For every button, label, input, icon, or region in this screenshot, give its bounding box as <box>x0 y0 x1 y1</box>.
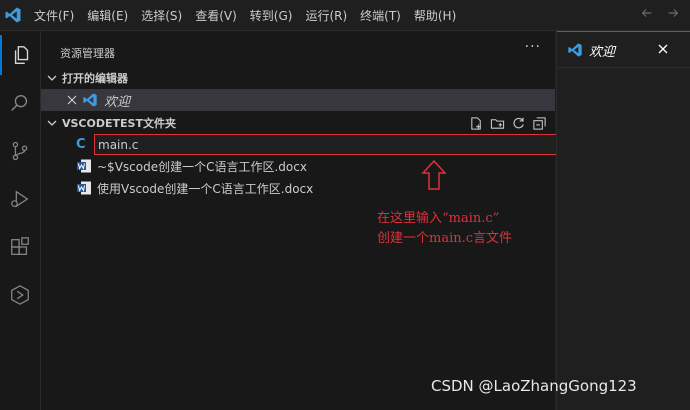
menu-edit[interactable]: 编辑(E) <box>87 7 128 24</box>
chevron-down-icon <box>47 75 57 81</box>
more-actions-icon[interactable]: ··· <box>525 39 541 55</box>
folder-actions <box>469 112 547 134</box>
file-item[interactable]: ~$Vscode创建一个C语言工作区.docx <box>41 155 555 177</box>
close-icon[interactable] <box>657 43 669 55</box>
forward-arrow-icon[interactable] <box>666 6 680 20</box>
menu-help[interactable]: 帮助(H) <box>414 7 456 24</box>
file-label: ~$Vscode创建一个C语言工作区.docx <box>97 160 307 174</box>
tab-label: 欢迎 <box>589 44 616 60</box>
menu-selection[interactable]: 选择(S) <box>141 7 182 24</box>
collapse-all-icon[interactable] <box>532 116 547 131</box>
open-editors-label: 打开的编辑器 <box>62 72 128 85</box>
explorer-title: 资源管理器 <box>60 47 115 60</box>
search-icon <box>11 94 28 111</box>
folder-label: VSCODETEST文件夹 <box>62 117 176 130</box>
annotation-line-1: 在这里输入“main.c” <box>377 211 500 226</box>
file-item[interactable]: 使用Vscode创建一个C语言工作区.docx <box>41 177 555 199</box>
tab-divider <box>557 67 690 68</box>
vscode-icon <box>568 43 582 57</box>
run-debug-icon <box>11 190 29 208</box>
open-editor-label: 欢迎 <box>104 94 131 110</box>
menu-view[interactable]: 查看(V) <box>195 7 237 24</box>
tab-welcome[interactable]: 欢迎 <box>557 31 690 68</box>
vscode-logo-icon <box>5 7 21 23</box>
nav-arrows <box>640 6 680 20</box>
menu-file[interactable]: 文件(F) <box>34 7 74 24</box>
menu-terminal[interactable]: 终端(T) <box>360 7 401 24</box>
vscode-icon <box>83 93 97 107</box>
menu-bar: 文件(F) 编辑(E) 选择(S) 查看(V) 转到(G) 运行(R) 终端(T… <box>34 0 469 30</box>
open-editor-item[interactable]: 欢迎 <box>41 89 555 111</box>
activity-bar <box>0 31 41 410</box>
open-editors-header[interactable]: 打开的编辑器 <box>41 67 555 89</box>
activity-explorer[interactable] <box>0 35 42 75</box>
files-icon <box>14 46 29 64</box>
activity-search[interactable] <box>0 83 40 123</box>
refresh-icon[interactable] <box>511 116 526 131</box>
explorer-sidebar: 资源管理器 ··· 打开的编辑器 欢迎 VSCODETEST文件夹 C ~$Vs <box>41 31 557 410</box>
editor-area: 欢迎 <box>556 31 690 410</box>
new-folder-icon[interactable] <box>490 116 505 131</box>
menu-run[interactable]: 运行(R) <box>305 7 347 24</box>
activity-run-debug[interactable] <box>0 179 40 219</box>
source-control-icon <box>12 141 28 161</box>
activity-extensions[interactable] <box>0 227 40 267</box>
menu-go[interactable]: 转到(G) <box>250 7 293 24</box>
remote-explorer-icon <box>11 285 29 305</box>
title-bar: 文件(F) 编辑(E) 选择(S) 查看(V) 转到(G) 运行(R) 终端(T… <box>0 0 690 31</box>
file-label: 使用Vscode创建一个C语言工作区.docx <box>97 182 314 196</box>
back-arrow-icon[interactable] <box>640 6 654 20</box>
new-file-edit-row: C <box>41 134 557 155</box>
annotation-note: 在这里输入“main.c” 创建一个main.c言文件 <box>377 209 512 249</box>
close-icon[interactable] <box>66 94 78 106</box>
word-icon <box>77 159 91 173</box>
word-icon <box>77 181 91 195</box>
watermark-text: CSDN @LaoZhangGong123 <box>431 377 637 395</box>
up-arrow-annotation-icon <box>421 159 447 190</box>
new-file-icon[interactable] <box>469 116 484 131</box>
chevron-down-icon <box>47 120 57 126</box>
annotation-line-2: 创建一个main.c言文件 <box>377 231 513 246</box>
c-file-icon: C <box>76 137 86 152</box>
activity-remote-explorer[interactable] <box>0 275 40 315</box>
folder-header[interactable]: VSCODETEST文件夹 <box>41 112 555 134</box>
file-name-input[interactable] <box>94 134 557 155</box>
extensions-icon <box>11 237 29 255</box>
activity-source-control[interactable] <box>0 131 40 171</box>
